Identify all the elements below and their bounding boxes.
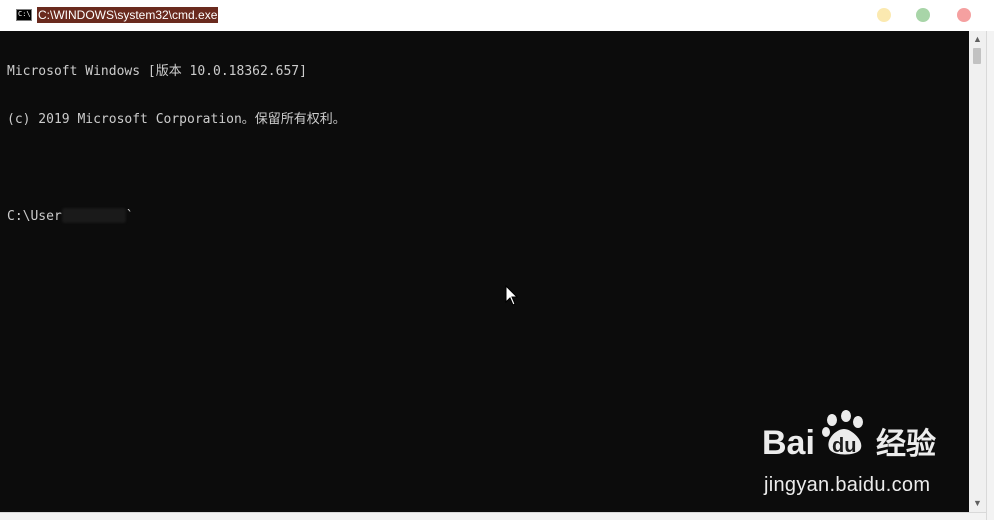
window-title: C:\WINDOWS\system32\cmd.exe bbox=[37, 7, 219, 23]
console-line-version: Microsoft Windows [版本 10.0.18362.657] bbox=[7, 64, 307, 79]
scroll-down-arrow-icon[interactable]: ▼ bbox=[969, 495, 986, 512]
baidu-jingyan-watermark: Bai du 经验 jingyan.baidu.com bbox=[760, 410, 950, 500]
prompt-suffix: ` bbox=[125, 209, 134, 224]
scroll-thumb[interactable] bbox=[973, 48, 981, 64]
console-output: Microsoft Windows [版本 10.0.18362.657] (c… bbox=[7, 32, 346, 256]
baidu-jingyan-logo: Bai du 经验 bbox=[762, 410, 936, 462]
maximize-icon[interactable] bbox=[916, 8, 930, 22]
watermark-url: jingyan.baidu.com bbox=[764, 474, 931, 496]
minimize-icon[interactable] bbox=[877, 8, 891, 22]
close-icon[interactable] bbox=[957, 8, 971, 22]
console-line-copyright: (c) 2019 Microsoft Corporation。保留所有权利。 bbox=[7, 112, 346, 127]
window-bottom-border bbox=[0, 512, 986, 520]
cmd-icon[interactable] bbox=[16, 9, 32, 21]
svg-text:Bai: Bai bbox=[762, 424, 815, 462]
mouse-pointer-icon bbox=[505, 285, 519, 306]
console-line-blank bbox=[7, 160, 346, 176]
console-prompt: C:\User ` bbox=[7, 208, 346, 224]
background-window-edge bbox=[986, 0, 994, 7]
svg-text:du: du bbox=[832, 435, 856, 457]
prompt-prefix: C:\User bbox=[7, 209, 62, 224]
svg-text:经验: 经验 bbox=[876, 427, 936, 461]
scroll-up-arrow-icon[interactable]: ▲ bbox=[969, 31, 986, 48]
vertical-scrollbar[interactable]: ▲ ▼ bbox=[969, 31, 986, 512]
title-bar[interactable]: C:\WINDOWS\system32\cmd.exe bbox=[0, 0, 994, 31]
window-right-border bbox=[986, 31, 994, 520]
redacted-username bbox=[61, 208, 126, 223]
